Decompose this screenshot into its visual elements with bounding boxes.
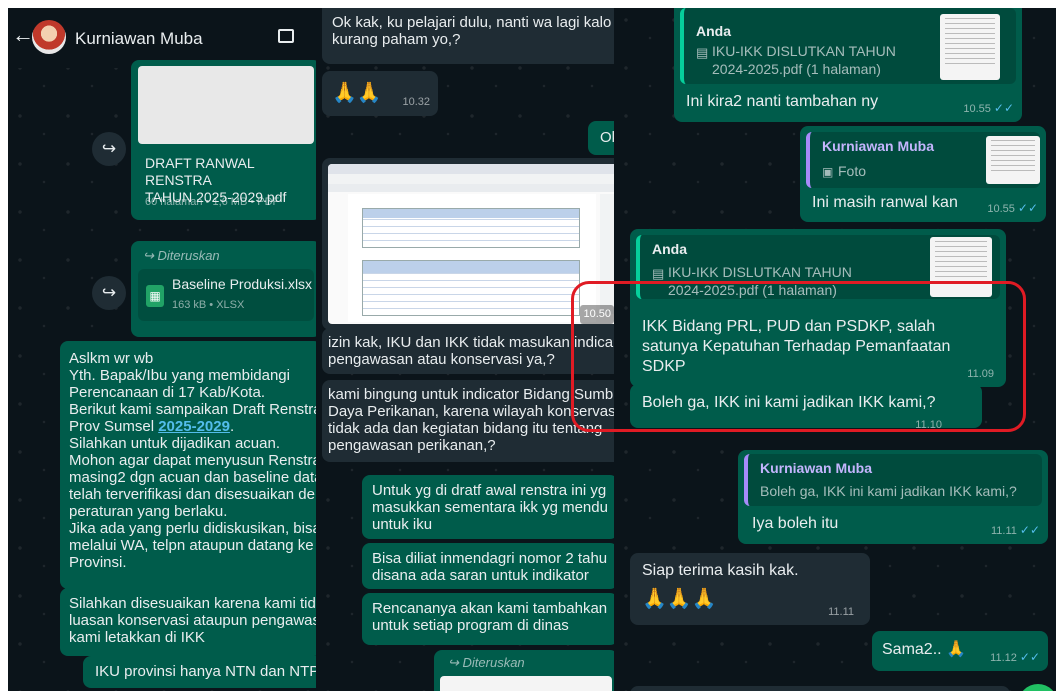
document-meta: 60 halaman • 1,6 MB • PDF xyxy=(145,196,280,208)
share-icon[interactable]: ↪ xyxy=(92,276,126,310)
quote-document-name: IKU-IKK DISLUTKAN TAHUN 2024-2025.pdf (1… xyxy=(712,43,896,77)
message-siap[interactable]: Siap terima kasih kak. 🙏🙏🙏 11.11 xyxy=(630,553,870,625)
quoted-document[interactable]: Anda ▤ IKU-IKK DISLUTKAN TAHUN 2024-2025… xyxy=(680,8,1016,84)
avatar[interactable] xyxy=(32,20,66,54)
message-text: Ini kira2 nanti tambahan ny xyxy=(686,93,879,110)
forwarded-label: ↪ Diteruskan xyxy=(448,655,525,670)
forwarded-message-bottom[interactable]: ↪ Diteruskan xyxy=(434,650,614,691)
message-ok-kak[interactable]: Ok kak, ku pelajari dulu, nanti wa lagi … xyxy=(322,8,614,64)
browser-tab-bar xyxy=(328,164,614,174)
share-icon[interactable]: ↪ xyxy=(92,132,126,166)
chat-header: ← Kurniawan Muba xyxy=(8,8,316,68)
read-receipt-icon: ✓✓ xyxy=(1019,650,1040,664)
message-time: 10.55 ✓✓ xyxy=(987,201,1038,215)
message-sama2[interactable]: Sama2.. 🙏 11.12 ✓✓ xyxy=(872,631,1048,671)
read-receipt-icon: ✓✓ xyxy=(993,101,1014,115)
quoted-message[interactable]: Kurniawan Muba Boleh ga, IKK ini kami ja… xyxy=(744,454,1042,506)
photo-icon: ▣ xyxy=(822,165,834,179)
message-text: Rencananya akan kami tambahkan untuk set… xyxy=(372,600,608,634)
quote-author: Anda xyxy=(696,23,731,39)
message-time: 11.11 xyxy=(828,606,854,618)
document-preview xyxy=(138,66,314,144)
chat-panel-middle: Ok kak, ku pelajari dulu, nanti wa lagi … xyxy=(316,8,614,691)
message-reply-draft[interactable]: Untuk yg di dratf awal renstra ini yg ma… xyxy=(362,475,614,539)
message-text: Silahkan disesuaikan karena kami tid lua… xyxy=(69,595,316,646)
message-text: Ini masih ranwal kan xyxy=(812,194,958,211)
message-text: Ok kak, ku pelajari dulu, nanti wa lagi … xyxy=(332,14,612,48)
message-text: Siap terima kasih kak. xyxy=(642,562,799,579)
read-receipt-icon: ✓✓ xyxy=(1019,523,1040,537)
video-call-icon[interactable] xyxy=(278,29,294,43)
document-icon: ▤ xyxy=(652,266,665,281)
photo-thumbnail xyxy=(986,136,1040,184)
message-ranwal[interactable]: Kurniawan Muba ▣ Foto Ini masih ranwal k… xyxy=(800,126,1046,222)
message-time: 11.12 ✓✓ xyxy=(990,650,1040,664)
message-text: Sama2.. 🙏 xyxy=(882,641,966,658)
quote-text: Boleh ga, IKK ini kami jadikan IKK kami,… xyxy=(760,483,1017,499)
pdf-toolbar xyxy=(328,184,614,192)
message-reply-inmendagri[interactable]: Bisa diliat inmendagri nomor 2 tahu disa… xyxy=(362,543,614,589)
message-text: IKU provinsi hanya NTN dan NTP xyxy=(95,663,316,680)
message-time: 10.32 xyxy=(402,96,430,108)
highlight-box xyxy=(571,281,1026,432)
message-iku[interactable]: IKU provinsi hanya NTN dan NTP xyxy=(83,656,316,688)
message-time: 10.55 ✓✓ xyxy=(963,101,1014,115)
message-time: 11.11 ✓✓ xyxy=(990,523,1040,537)
message-pray[interactable]: 🙏🙏 10.32 xyxy=(322,71,438,116)
message-doc-reply-1[interactable]: Anda ▤ IKU-IKK DISLUTKAN TAHUN 2024-2025… xyxy=(674,8,1022,122)
read-receipt-icon: ✓✓ xyxy=(1017,201,1038,215)
message-draft-renstra[interactable]: Aslkm wr wb Yth. Bapak/Ibu yang membidan… xyxy=(60,341,316,589)
browser-toolbar xyxy=(328,174,614,184)
message-ok-partial[interactable]: Ok xyxy=(588,121,614,155)
message-text: Aslkm wr wb Yth. Bapak/Ibu yang membidan… xyxy=(69,350,316,571)
message-adjust[interactable]: Silahkan disesuaikan karena kami tid lua… xyxy=(60,588,316,656)
document-thumbnail xyxy=(940,14,1000,80)
forwarded-document-message[interactable]: ↪ Diteruskan ▦ Baseline Produksi.xlsx 16… xyxy=(131,241,316,337)
forwarded-label: ↪ Diteruskan xyxy=(143,248,220,263)
quote-author: Kurniawan Muba xyxy=(760,460,873,476)
message-reply-tambahkan[interactable]: Rencananya akan kami tambahkan untuk set… xyxy=(362,593,614,645)
pdf-page xyxy=(348,194,596,322)
contact-name[interactable]: Kurniawan Muba xyxy=(75,29,203,49)
document-attachment[interactable]: ▦ Baseline Produksi.xlsx 163 kB • XLSX xyxy=(138,269,314,321)
pray-emoji: 🙏🙏 xyxy=(332,82,382,104)
message-partial-bottom[interactable] xyxy=(630,686,1010,691)
pdf-table xyxy=(362,260,580,316)
forwarded-preview xyxy=(440,676,612,691)
back-arrow-icon[interactable]: ← xyxy=(12,22,34,48)
document-meta: 163 kB • XLSX xyxy=(172,299,245,311)
quote-author: Kurniawan Muba xyxy=(822,138,935,154)
message-text: Iya boleh itu xyxy=(752,515,839,532)
message-text: Bisa diliat inmendagri nomor 2 tahu disa… xyxy=(372,550,608,584)
pdf-table xyxy=(362,208,580,248)
document-icon: ▤ xyxy=(696,45,709,60)
spreadsheet-icon: ▦ xyxy=(146,285,164,307)
year-link[interactable]: 2025-2029 xyxy=(158,418,230,435)
message-text: Ok xyxy=(600,129,614,146)
quoted-photo[interactable]: Kurniawan Muba ▣ Foto xyxy=(806,132,1040,188)
quote-author: Anda xyxy=(652,241,687,257)
pray-emoji: 🙏🙏🙏 xyxy=(642,588,717,610)
document-message-renstra[interactable]: DRAFT RANWAL RENSTRA TAHUN 2025-2029.pdf… xyxy=(131,60,316,220)
message-iya-boleh[interactable]: Kurniawan Muba Boleh ga, IKK ini kami ja… xyxy=(738,450,1048,544)
chat-panel-left: ← Kurniawan Muba DRAFT RANWAL RENSTRA TA… xyxy=(8,8,316,691)
quote-subtitle: Foto xyxy=(838,163,867,179)
message-text: Untuk yg di dratf awal renstra ini yg ma… xyxy=(372,482,608,533)
document-name: Baseline Produksi.xlsx xyxy=(172,276,313,292)
